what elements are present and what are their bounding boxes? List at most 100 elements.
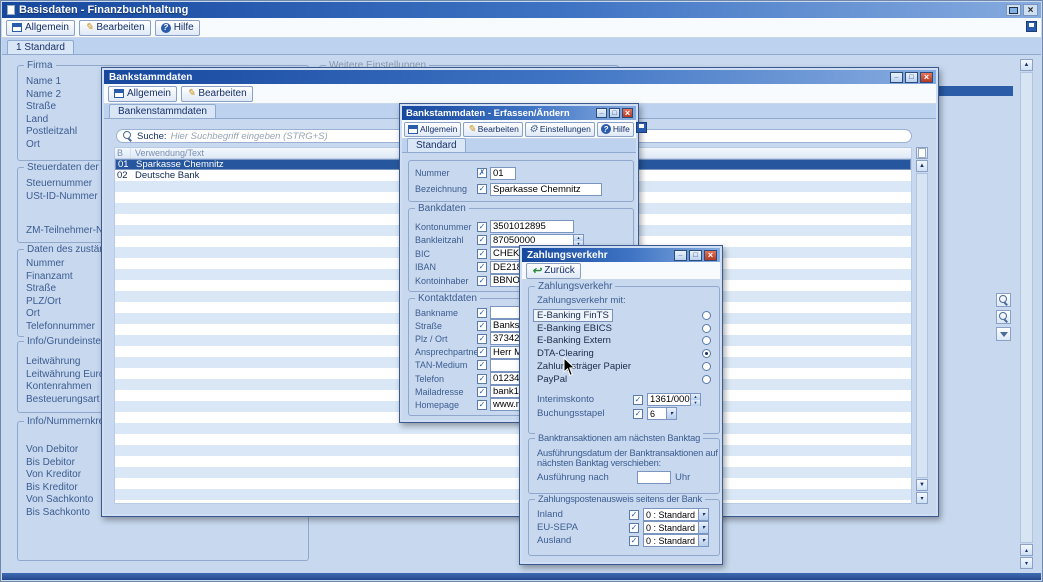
- window-titlebar[interactable]: Bankstammdaten - Erfassen/Ändern: [402, 106, 636, 120]
- field-checkbox[interactable]: [477, 235, 487, 245]
- zoom-icon[interactable]: [996, 310, 1011, 324]
- field-checkbox[interactable]: [477, 249, 487, 259]
- field-checkbox[interactable]: [477, 276, 487, 286]
- layout-button[interactable]: [1026, 21, 1037, 35]
- bearbeiten-button[interactable]: Bearbeiten: [79, 20, 151, 36]
- field-input[interactable]: 3501012895: [490, 220, 574, 233]
- minimize-icon[interactable]: [596, 108, 607, 118]
- bearbeiten-button[interactable]: Bearbeiten: [181, 86, 253, 102]
- close-icon[interactable]: [704, 250, 717, 261]
- dropdown-value: 0 : Standard: [644, 536, 698, 546]
- field-checkbox[interactable]: [477, 400, 487, 410]
- radio-button[interactable]: [702, 324, 711, 333]
- scroll-up-icon[interactable]: ▲: [916, 160, 928, 172]
- column-header[interactable]: B: [115, 148, 131, 158]
- field-checkbox[interactable]: [477, 184, 487, 194]
- spinner[interactable]: [691, 393, 701, 406]
- nummer-field[interactable]: 01: [490, 167, 516, 180]
- scroll-down-icon[interactable]: ▼: [916, 479, 928, 491]
- group-title: Kontaktdaten: [415, 293, 480, 304]
- allgemein-button[interactable]: Allgemein: [108, 86, 177, 102]
- allgemein-button[interactable]: Allgemein: [404, 122, 461, 137]
- table-scrollbar[interactable]: ▲ ▼ ▾: [916, 147, 928, 504]
- field-label: Bankleitzahl: [415, 235, 477, 245]
- edit-icon: [467, 124, 475, 135]
- main-scrollbar[interactable]: ▲ ▴ ▾: [1020, 59, 1033, 569]
- field-label: Inland: [537, 509, 629, 520]
- window-toolbar: Allgemein Bearbeiten Einstellungen Hilfe: [402, 120, 636, 139]
- filter-icon[interactable]: [996, 327, 1011, 341]
- field-label: Bezeichnung: [415, 184, 477, 194]
- window-titlebar[interactable]: Bankstammdaten: [104, 70, 936, 84]
- hilfe-button[interactable]: Hilfe: [155, 20, 200, 36]
- scroll-down-icon[interactable]: ▾: [1020, 557, 1033, 569]
- einstellungen-button[interactable]: Einstellungen: [525, 122, 595, 137]
- field-checkbox[interactable]: [477, 308, 487, 318]
- close-icon[interactable]: [622, 108, 633, 118]
- help-icon: [601, 124, 611, 134]
- banktag-group: Banktransaktionen am nächsten Banktag Au…: [528, 438, 720, 494]
- monitor-icon[interactable]: [1006, 4, 1021, 16]
- scroll-up-icon[interactable]: ▴: [1020, 544, 1033, 556]
- field-checkbox[interactable]: [477, 334, 487, 344]
- edit-icon: [187, 88, 195, 99]
- field-label: IBAN: [415, 262, 477, 272]
- allgemein-button[interactable]: Allgemein: [6, 20, 75, 36]
- field-checkbox[interactable]: [629, 523, 639, 533]
- main-toolbar: Allgemein Bearbeiten Hilfe: [2, 18, 1041, 38]
- bezeichnung-field[interactable]: Sparkasse Chemnitz: [490, 183, 602, 196]
- field-checkbox[interactable]: [477, 347, 487, 357]
- radio-button[interactable]: [702, 349, 711, 358]
- field-checkbox[interactable]: [629, 536, 639, 546]
- scroll-track[interactable]: [1020, 72, 1033, 543]
- standard-dropdown[interactable]: 0 : Standard: [643, 508, 709, 521]
- field-label: Kontoinhaber: [415, 276, 477, 286]
- standard-dropdown[interactable]: 0 : Standard: [643, 521, 709, 534]
- new-page-icon[interactable]: [916, 147, 928, 159]
- zurueck-button[interactable]: Zurück: [526, 263, 581, 279]
- field-checkbox[interactable]: [477, 262, 487, 272]
- field-checkbox[interactable]: [629, 510, 639, 520]
- maximize-icon[interactable]: [905, 72, 918, 83]
- scroll-up-icon[interactable]: ▲: [1020, 59, 1033, 71]
- bearbeiten-button[interactable]: Bearbeiten: [463, 122, 523, 137]
- radio-button[interactable]: [702, 311, 711, 320]
- field-label: Ausland: [537, 535, 629, 546]
- close-icon[interactable]: [920, 72, 933, 83]
- tab-standard[interactable]: Standard: [407, 138, 466, 152]
- field-checkbox[interactable]: [477, 321, 487, 331]
- zahlungsverkehr-group: Zahlungsverkehr Zahlungsverkehr mit: E-B…: [528, 286, 720, 434]
- gear-icon: [529, 124, 538, 135]
- tab-bankenstammdaten[interactable]: Bankenstammdaten: [109, 104, 216, 118]
- field-checkbox[interactable]: [477, 222, 487, 232]
- field-checkbox[interactable]: [633, 395, 643, 405]
- scroll-track[interactable]: [916, 173, 928, 478]
- radio-button[interactable]: [702, 375, 711, 384]
- radio-button[interactable]: [702, 362, 711, 371]
- field-checkbox[interactable]: [477, 168, 487, 178]
- ausfuehrung-field[interactable]: [637, 471, 671, 484]
- interimskonto-field[interactable]: 1361/000: [647, 393, 691, 406]
- field-label: Ansprechpartner: [415, 347, 477, 357]
- window-titlebar[interactable]: Zahlungsverkehr: [522, 248, 720, 262]
- close-icon[interactable]: [1023, 4, 1038, 16]
- radio-button[interactable]: [702, 336, 711, 345]
- page-down-icon[interactable]: ▾: [916, 492, 928, 504]
- hilfe-button[interactable]: Hilfe: [597, 122, 634, 137]
- minimize-icon[interactable]: [674, 250, 687, 261]
- field-checkbox[interactable]: [477, 374, 487, 384]
- field-checkbox[interactable]: [477, 387, 487, 397]
- search-icon[interactable]: [996, 293, 1011, 307]
- button-label: Einstellungen: [540, 124, 591, 134]
- minimize-icon[interactable]: [890, 72, 903, 83]
- bottom-bar: [2, 573, 1041, 580]
- buchungsstapel-dropdown[interactable]: 6: [647, 407, 677, 420]
- maximize-icon[interactable]: [609, 108, 620, 118]
- maximize-icon[interactable]: [689, 250, 702, 261]
- standard-dropdown[interactable]: 0 : Standard: [643, 534, 709, 547]
- main-titlebar[interactable]: Basisdaten - Finanzbuchhaltung: [2, 2, 1041, 18]
- save-button[interactable]: [636, 122, 647, 136]
- field-checkbox[interactable]: [477, 360, 487, 370]
- field-checkbox[interactable]: [633, 409, 643, 419]
- tab-standard[interactable]: 1 Standard: [7, 40, 74, 54]
